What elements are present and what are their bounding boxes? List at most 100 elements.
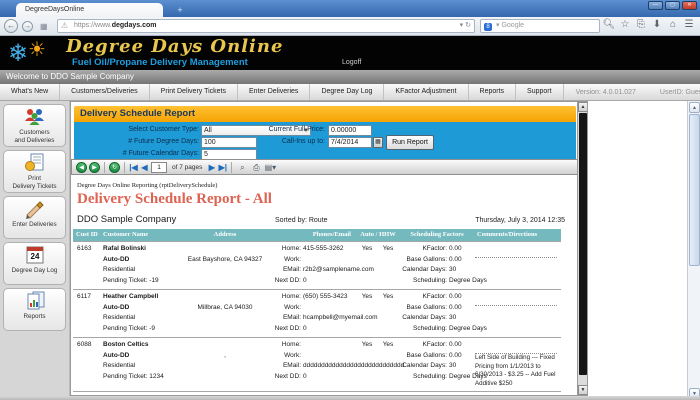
scroll-up-icon[interactable]: ▲ (578, 102, 588, 112)
next-page-icon[interactable]: ▶ (207, 162, 216, 173)
cust-id: 6088 (77, 340, 97, 351)
work-phone (301, 255, 303, 266)
search-icon[interactable]: 🔍︎ (602, 19, 616, 30)
export-save-icon[interactable]: ▤▾ (264, 162, 276, 173)
browser-tab[interactable]: DegreeDaysOnline (16, 3, 163, 17)
site-security-icon[interactable]: ⚠ (61, 20, 68, 32)
browser-titlebar: DegreeDaysOnline + — ▢ ✕ (0, 0, 700, 17)
col-address: Address (185, 229, 265, 241)
menu-print-delivery-tickets[interactable]: Print Delivery Tickets (150, 84, 238, 100)
report-datetime: Thursday, July 3, 2014 12:35 (475, 217, 565, 224)
search-engine-label: ▾ Google (496, 20, 524, 32)
sidebar: Customers and Deliveries Print Delivery … (0, 101, 70, 400)
print-icon[interactable]: ⎙ (250, 162, 262, 173)
new-tab-button[interactable]: + (172, 4, 188, 16)
calendar-days-label: Calendar Days: (399, 265, 447, 276)
table-row[interactable]: 6088 Boston Celtics Auto-DD Residential … (73, 337, 561, 391)
customer-type: Auto-DD (103, 351, 185, 362)
close-button[interactable]: ✕ (682, 1, 697, 10)
report-breadcrumb: Degree Days Online Reporting (rptDeliver… (77, 182, 579, 189)
svg-text:24: 24 (30, 252, 39, 261)
email-label: EMail: (265, 265, 301, 276)
bookmarks-list-icon[interactable]: ▦ (40, 22, 52, 32)
pager-refresh-icon[interactable]: ↻ (109, 162, 120, 173)
maximize-button[interactable]: ▢ (665, 1, 680, 10)
base-gallons-label: Base Gallons: (399, 351, 447, 362)
zoom-icon[interactable]: ⌕ (236, 162, 248, 173)
home-label: Home: (265, 340, 301, 351)
kfactor-value: 0.00 (447, 340, 462, 351)
home-phone: (650) 555-3423 (301, 292, 347, 303)
report-chart-icon (4, 291, 65, 313)
snowflake-icon: ❄ (8, 39, 28, 68)
col-auto-hhw: Auto / HHW (357, 229, 399, 241)
comment-dotted-line (475, 292, 557, 306)
sidebar-label: Enter Deliveries (4, 221, 65, 229)
run-report-button[interactable]: Run Report (386, 135, 434, 150)
table-row[interactable]: 6163 Rafal Bolinski Auto-DD Residential … (73, 241, 561, 289)
scroll-down-icon[interactable]: ▼ (578, 385, 588, 395)
sidebar-enter-deliveries[interactable]: Enter Deliveries (3, 196, 66, 239)
url-bar[interactable]: ⚠ https://www.degdays.com ▾ ↻ (57, 19, 475, 33)
scroll-up-icon[interactable]: ▲ (689, 102, 700, 113)
reload-icon[interactable]: ▾ ↻ (460, 20, 471, 32)
page-scrollbar[interactable]: ▲ ▼ (687, 101, 700, 400)
clipboard-icon[interactable]: ⎘ (634, 19, 648, 30)
customer-class: Residential (103, 361, 185, 372)
call-ins-date-input[interactable]: 7/4/2014 (328, 137, 372, 148)
scheduling-label: Scheduling: (399, 372, 447, 383)
kfactor-label: KFactor: (399, 292, 447, 303)
menu-enter-deliveries[interactable]: Enter Deliveries (238, 84, 310, 100)
current-full-price-input[interactable]: 0.00000 (328, 125, 372, 136)
home-icon[interactable]: ⌂ (666, 19, 680, 30)
menu-reports[interactable]: Reports (469, 84, 517, 100)
google-icon: 8 (484, 23, 492, 31)
pager-back-icon[interactable]: ◀ (76, 162, 87, 173)
call-ins-label: Call-Ins up to: (259, 138, 325, 145)
sidebar-degree-day-log[interactable]: 24 Degree Day Log (3, 242, 66, 285)
forward-icon[interactable]: → (22, 21, 33, 32)
minimize-button[interactable]: — (648, 1, 663, 10)
search-input[interactable]: 8 ▾ Google (480, 19, 600, 33)
logoff-link[interactable]: Logoff (342, 59, 361, 66)
page-scrollbar-thumb[interactable] (689, 114, 700, 266)
pending-ticket: Pending Ticket: -9 (103, 324, 185, 335)
calendar-days-value: 30 (447, 265, 456, 276)
base-gallons-value: 0.00 (447, 303, 462, 314)
table-row[interactable]: 6117 Heather Campbell Auto-DD Residentia… (73, 289, 561, 337)
col-phones-email: Phones/Email (265, 229, 357, 241)
report-scrollbar[interactable]: ▲ ▼ (577, 102, 587, 395)
menu-kfactor-adjustment[interactable]: KFactor Adjustment (384, 84, 468, 100)
menu-hamburger-icon[interactable]: ☰ (682, 19, 696, 30)
next-dd-value: 0 (301, 324, 307, 335)
calendar-picker-icon[interactable]: ▦ (373, 137, 383, 148)
last-page-icon[interactable]: ▶| (218, 162, 227, 173)
calendar-days-label: Calendar Days: (399, 313, 447, 324)
userid-label: UserID: Guest User (648, 89, 700, 96)
sidebar-customers-deliveries[interactable]: Customers and Deliveries (3, 104, 66, 147)
menu-whats-new[interactable]: What's New (0, 84, 60, 100)
prev-page-icon[interactable]: ◀ (140, 162, 149, 173)
menu-support[interactable]: Support (516, 84, 564, 100)
back-icon[interactable]: ← (4, 19, 18, 33)
next-dd-label: Next DD: (265, 276, 301, 287)
url-scheme: https://www. (74, 22, 112, 29)
report-scrollbar-thumb[interactable] (579, 113, 587, 375)
base-gallons-value: 0.00 (447, 351, 462, 362)
menu-customers-deliveries[interactable]: Customers/Deliveries (60, 84, 150, 100)
sidebar-print-delivery-tickets[interactable]: Print Delivery Tickets (3, 150, 66, 193)
pager-forward-icon[interactable]: ▶ (89, 162, 100, 173)
future-degree-days-input[interactable]: 100 (201, 137, 257, 148)
menu-degree-day-log[interactable]: Degree Day Log (310, 84, 384, 100)
downloads-icon[interactable]: ⬇ (650, 19, 664, 30)
sun-icon: ☀ (28, 37, 46, 62)
bookmark-star-icon[interactable]: ☆ (618, 19, 632, 30)
calendar-days-label: Calendar Days: (399, 361, 447, 372)
page-number-input[interactable]: 1 (151, 162, 167, 173)
ddo-logo-icon: ❄ ☀ (8, 37, 62, 69)
sidebar-reports[interactable]: Reports (3, 288, 66, 331)
sidebar-label: Customers (4, 129, 65, 137)
next-dd-label: Next DD: (265, 324, 301, 335)
customer-class: Residential (103, 265, 185, 276)
first-page-icon[interactable]: |◀ (129, 162, 138, 173)
